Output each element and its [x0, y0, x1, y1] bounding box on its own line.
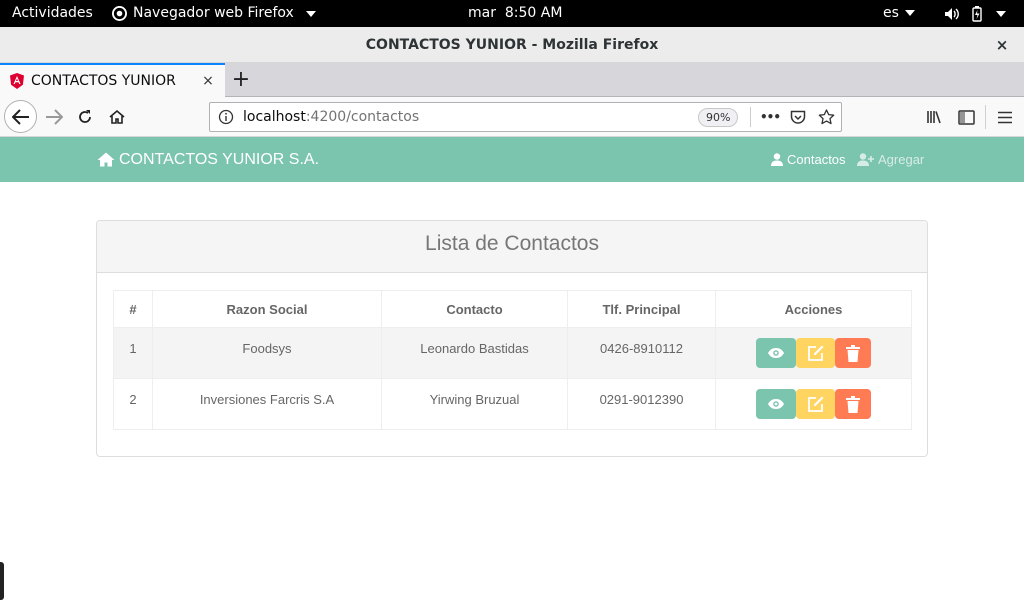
activities-button[interactable]: Actividades: [12, 0, 93, 27]
cell-num: 2: [113, 378, 153, 430]
nav-contactos[interactable]: Contactos: [771, 137, 846, 182]
screen-edge-handle: [0, 562, 4, 600]
toolbar-divider: [985, 105, 986, 129]
row-actions: [716, 338, 911, 368]
system-top-bar: Actividades Navegador web Firefox mar 8:…: [0, 0, 1024, 27]
window-title-bar: CONTACTOS YUNIOR - Mozilla Firefox ×: [0, 27, 1024, 63]
system-status-menu[interactable]: [944, 0, 1006, 27]
edit-icon: [807, 396, 823, 412]
star-icon: [818, 109, 834, 125]
table-row: 1 Foodsys Leonardo Bastidas 0426-8910112: [113, 327, 912, 379]
column-header: Tlf. Principal: [567, 290, 716, 328]
cell-contacto: Leonardo Bastidas: [381, 327, 568, 379]
cell-contacto: Yirwing Bruzual: [381, 378, 568, 430]
battery-icon: [972, 5, 982, 22]
edit-icon: [807, 345, 823, 361]
clock[interactable]: mar 8:50 AM: [468, 0, 562, 27]
column-header: #: [113, 290, 153, 328]
cell-actions: [715, 378, 912, 430]
user-icon: [771, 153, 783, 166]
library-button[interactable]: [921, 103, 949, 131]
firefox-icon: [112, 6, 127, 21]
menu-button[interactable]: [991, 103, 1019, 131]
tab-label: CONTACTOS YUNIOR: [31, 73, 176, 89]
chevron-down-icon: [996, 10, 1006, 17]
chevron-down-icon: [305, 10, 316, 17]
delete-button[interactable]: [835, 389, 871, 419]
hamburger-icon: [998, 111, 1012, 123]
app-menu[interactable]: Navegador web Firefox: [112, 0, 316, 27]
view-button[interactable]: [756, 338, 796, 368]
window-title: CONTACTOS YUNIOR - Mozilla Firefox: [365, 37, 659, 53]
chevron-down-icon: [904, 10, 915, 16]
cell-actions: [715, 327, 912, 379]
edit-button[interactable]: [796, 338, 835, 368]
home-icon: [109, 109, 125, 124]
arrow-right-icon: [46, 109, 63, 125]
cell-tlf: 0426-8910112: [567, 327, 716, 379]
url-host: localhost: [243, 109, 306, 125]
url-path: :4200/contactos: [305, 109, 420, 125]
eye-icon: [768, 348, 784, 358]
back-button[interactable]: [4, 100, 37, 133]
cell-razon-social: Foodsys: [152, 327, 382, 379]
nav-agregar-label: Agregar: [878, 152, 925, 167]
info-icon[interactable]: [218, 109, 234, 125]
edit-button[interactable]: [796, 389, 835, 419]
new-tab-button[interactable]: +: [228, 63, 254, 97]
trash-icon: [846, 395, 860, 413]
row-actions: [716, 389, 911, 419]
tab-contactos[interactable]: CONTACTOS YUNIOR ×: [0, 63, 225, 97]
app-navbar: CONTACTOS YUNIOR S.A. Contactos Agregar: [0, 137, 1024, 182]
tab-strip: CONTACTOS YUNIOR × +: [0, 63, 1024, 97]
forward-button[interactable]: [40, 103, 68, 131]
nav-agregar[interactable]: Agregar: [857, 137, 924, 182]
pocket-button[interactable]: [787, 107, 809, 127]
cell-tlf: 0291-9012390: [567, 378, 716, 430]
url-bar[interactable]: localhost:4200/contactos 90% •••: [209, 102, 842, 132]
page-actions-button[interactable]: •••: [759, 107, 781, 127]
trash-icon: [846, 344, 860, 362]
arrow-left-icon: [11, 108, 29, 125]
nav-contactos-label: Contactos: [787, 152, 846, 167]
urlbar-divider: [750, 107, 751, 127]
language-label: es: [883, 5, 899, 21]
delete-button[interactable]: [835, 338, 871, 368]
cell-num: 1: [113, 327, 153, 379]
tab-close-button[interactable]: ×: [197, 73, 219, 89]
bookmark-star-button[interactable]: [815, 107, 837, 127]
reload-button[interactable]: [71, 103, 99, 131]
pocket-icon: [790, 110, 806, 124]
browser-nav-bar: localhost:4200/contactos 90% •••: [0, 97, 1024, 137]
home-icon: [97, 152, 115, 167]
sidebar-icon: [957, 109, 975, 125]
table-header-row: # Razon Social Contacto Tlf. Principal A…: [113, 290, 912, 328]
brand-link[interactable]: CONTACTOS YUNIOR S.A.: [97, 137, 319, 182]
contacts-table: # Razon Social Contacto Tlf. Principal A…: [113, 290, 912, 430]
brand-label: CONTACTOS YUNIOR S.A.: [119, 150, 320, 168]
app-menu-label: Navegador web Firefox: [133, 5, 294, 21]
home-button[interactable]: [103, 103, 131, 131]
reload-icon: [79, 110, 91, 123]
view-button[interactable]: [756, 389, 796, 419]
column-header: Razon Social: [152, 290, 382, 328]
column-header: Acciones: [715, 290, 912, 328]
url-text[interactable]: localhost:4200/contactos: [243, 103, 419, 131]
column-header: Contacto: [381, 290, 568, 328]
panel-title: Lista de Contactos: [97, 221, 927, 273]
table-row: 2 Inversiones Farcris S.A Yirwing Bruzua…: [113, 378, 912, 430]
window-close-button[interactable]: ×: [992, 35, 1012, 55]
angular-icon: [10, 73, 24, 89]
cell-razon-social: Inversiones Farcris S.A: [152, 378, 382, 430]
sidebar-button[interactable]: [952, 103, 980, 131]
volume-icon: [945, 7, 959, 20]
eye-icon: [768, 399, 784, 409]
library-icon: [927, 111, 941, 124]
language-selector[interactable]: es: [883, 0, 915, 27]
contacts-panel: Lista de Contactos # Razon Social Contac…: [96, 220, 928, 457]
zoom-indicator[interactable]: 90%: [698, 108, 739, 127]
user-plus-icon: [857, 153, 874, 166]
